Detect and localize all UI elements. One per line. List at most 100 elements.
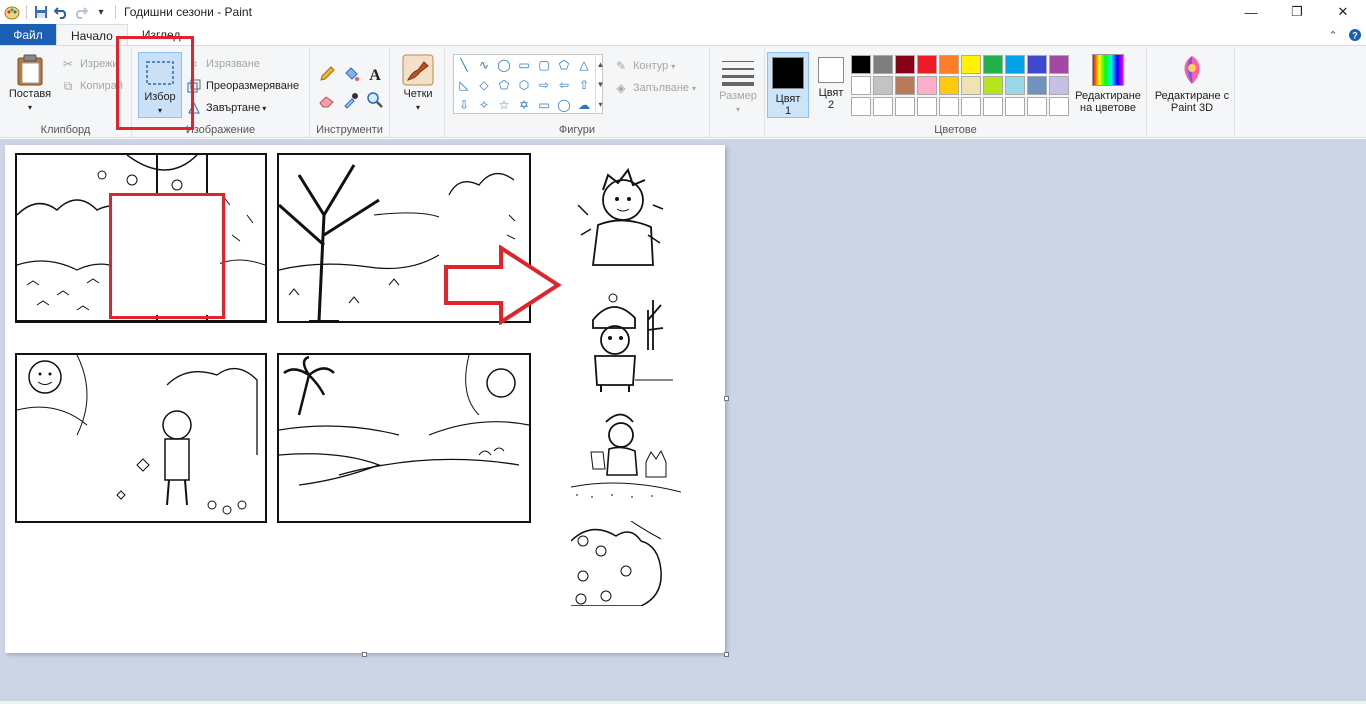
palette-swatch[interactable] bbox=[961, 97, 981, 116]
restore-button[interactable]: ❐ bbox=[1274, 0, 1320, 24]
palette-swatch[interactable] bbox=[873, 76, 893, 95]
six-point-star-shape-icon[interactable]: ✡ bbox=[514, 95, 534, 115]
outline-button[interactable]: ✎ Контур ▾ bbox=[613, 56, 675, 76]
resize-button[interactable]: Преоразмеряване bbox=[186, 76, 299, 96]
workspace bbox=[0, 139, 1366, 704]
customize-toolbar-icon[interactable]: ▾ bbox=[91, 2, 111, 22]
palette-swatch[interactable] bbox=[939, 76, 959, 95]
four-point-star-shape-icon[interactable]: ✧ bbox=[474, 95, 494, 115]
shapes-scrollbar[interactable]: ▲ ▼ ▾ bbox=[595, 54, 605, 114]
palette-swatch[interactable] bbox=[961, 76, 981, 95]
text-tool[interactable]: A bbox=[366, 64, 384, 84]
palette-swatch[interactable] bbox=[1027, 55, 1047, 74]
annotation-highlight-blank-area bbox=[109, 193, 225, 319]
help-icon[interactable]: ? bbox=[1344, 24, 1366, 46]
save-icon[interactable] bbox=[31, 2, 51, 22]
palette-swatch[interactable] bbox=[1005, 76, 1025, 95]
expand-gallery-icon[interactable]: ▾ bbox=[598, 100, 602, 109]
palette-swatch[interactable] bbox=[961, 55, 981, 74]
color2-label: Цвят 2 bbox=[818, 87, 844, 111]
palette-swatch[interactable] bbox=[895, 97, 915, 116]
hexagon-shape-icon[interactable]: ⬡ bbox=[514, 75, 534, 95]
drawing-canvas[interactable] bbox=[5, 145, 725, 653]
canvas-resize-handle-bottom[interactable] bbox=[362, 652, 367, 657]
palette-swatch[interactable] bbox=[1049, 97, 1069, 116]
edit-with-paint3d-button[interactable]: Редактиране с Paint 3D bbox=[1151, 54, 1233, 114]
text-icon: A bbox=[369, 67, 381, 83]
color1-button[interactable]: Цвят 1 bbox=[767, 52, 809, 118]
minimize-button[interactable]: — bbox=[1228, 0, 1274, 24]
palette-swatch[interactable] bbox=[1005, 55, 1025, 74]
redo-icon[interactable] bbox=[71, 2, 91, 22]
color-picker-tool[interactable] bbox=[342, 90, 360, 110]
right-triangle-shape-icon[interactable]: ◺ bbox=[454, 75, 474, 95]
palette-swatch[interactable] bbox=[917, 55, 937, 74]
palette-swatch[interactable] bbox=[873, 55, 893, 74]
callout-oval-shape-icon[interactable]: ◯ bbox=[554, 95, 574, 115]
rainbow-icon bbox=[1092, 54, 1124, 86]
crop-button[interactable]: ⌗ Изрязване bbox=[186, 54, 260, 74]
cut-button[interactable]: ✂ Изрежи bbox=[60, 54, 119, 74]
color2-button[interactable]: Цвят 2 bbox=[813, 57, 849, 111]
size-button[interactable]: Размер ▾ bbox=[716, 56, 760, 116]
palette-swatch[interactable] bbox=[851, 55, 871, 74]
palette-swatch[interactable] bbox=[1005, 97, 1025, 116]
palette-swatch[interactable] bbox=[983, 55, 1003, 74]
line-shape-icon[interactable]: ╲ bbox=[454, 55, 474, 75]
left-arrow-shape-icon[interactable]: ⇦ bbox=[554, 75, 574, 95]
palette-swatch[interactable] bbox=[851, 97, 871, 116]
triangle-shape-icon[interactable]: △ bbox=[574, 55, 594, 75]
rectangle-shape-icon[interactable]: ▭ bbox=[514, 55, 534, 75]
separator bbox=[115, 5, 116, 19]
eraser-tool[interactable] bbox=[318, 90, 336, 110]
pencil-tool[interactable] bbox=[318, 64, 336, 84]
palette-swatch[interactable] bbox=[917, 97, 937, 116]
palette-swatch[interactable] bbox=[983, 76, 1003, 95]
callout-cloud-shape-icon[interactable]: ☁ bbox=[574, 95, 594, 115]
pentagon-shape-icon[interactable]: ⬠ bbox=[494, 75, 514, 95]
chevron-down-icon: ▾ bbox=[415, 103, 420, 112]
palette-swatch[interactable] bbox=[895, 76, 915, 95]
palette-swatch[interactable] bbox=[1049, 55, 1069, 74]
polygon-shape-icon[interactable]: ⬠ bbox=[554, 55, 574, 75]
oval-shape-icon[interactable]: ◯ bbox=[494, 55, 514, 75]
brushes-button[interactable]: Четки ▾ bbox=[396, 54, 440, 114]
brushes-label: Четки bbox=[403, 88, 433, 100]
chevron-down-icon[interactable]: ▼ bbox=[597, 80, 605, 89]
palette-swatch[interactable] bbox=[983, 97, 1003, 116]
close-button[interactable]: ✕ bbox=[1320, 0, 1366, 24]
group-shapes: ╲ ∿ ◯ ▭ ▢ ⬠ △ ◺ ◇ ⬠ ⬡ ⇨ ⇦ ⇧ ⇩ ✧ ☆ ✡ ▭ ◯ … bbox=[445, 48, 710, 138]
palette-swatch[interactable] bbox=[895, 55, 915, 74]
undo-icon[interactable] bbox=[51, 2, 71, 22]
rotate-button[interactable]: Завъртане ▾ bbox=[186, 98, 266, 118]
fill-tool[interactable] bbox=[342, 64, 360, 84]
canvas-resize-handle-right[interactable] bbox=[724, 396, 729, 401]
paste-button[interactable]: Поставя ▾ bbox=[6, 54, 54, 114]
copy-button[interactable]: ⧉ Копирай bbox=[60, 76, 123, 96]
palette-swatch[interactable] bbox=[939, 97, 959, 116]
five-point-star-shape-icon[interactable]: ☆ bbox=[494, 95, 514, 115]
fill-button[interactable]: ◈ Запълване ▾ bbox=[613, 78, 696, 98]
up-arrow-shape-icon[interactable]: ⇧ bbox=[574, 75, 594, 95]
palette-swatch[interactable] bbox=[939, 55, 959, 74]
paint-app-icon[interactable] bbox=[2, 2, 22, 22]
palette-swatch[interactable] bbox=[1027, 97, 1047, 116]
rounded-rectangle-shape-icon[interactable]: ▢ bbox=[534, 55, 554, 75]
canvas-resize-handle-corner[interactable] bbox=[724, 652, 729, 657]
edit-colors-button[interactable]: Редактиране на цветове bbox=[1070, 54, 1146, 114]
chevron-up-icon[interactable]: ▲ bbox=[597, 60, 605, 69]
diamond-shape-icon[interactable]: ◇ bbox=[474, 75, 494, 95]
palette-swatch[interactable] bbox=[1049, 76, 1069, 95]
right-arrow-shape-icon[interactable]: ⇨ bbox=[534, 75, 554, 95]
palette-swatch[interactable] bbox=[1027, 76, 1047, 95]
magnifier-tool[interactable] bbox=[366, 90, 384, 110]
palette-swatch[interactable] bbox=[917, 76, 937, 95]
callout-rect-shape-icon[interactable]: ▭ bbox=[534, 95, 554, 115]
tab-file[interactable]: Файл bbox=[0, 24, 56, 46]
curve-shape-icon[interactable]: ∿ bbox=[474, 55, 494, 75]
palette-swatch[interactable] bbox=[873, 97, 893, 116]
down-arrow-shape-icon[interactable]: ⇩ bbox=[454, 95, 474, 115]
collapse-ribbon-icon[interactable]: ⌃ bbox=[1322, 24, 1344, 46]
palette-swatch[interactable] bbox=[851, 76, 871, 95]
svg-text:A: A bbox=[369, 67, 381, 83]
